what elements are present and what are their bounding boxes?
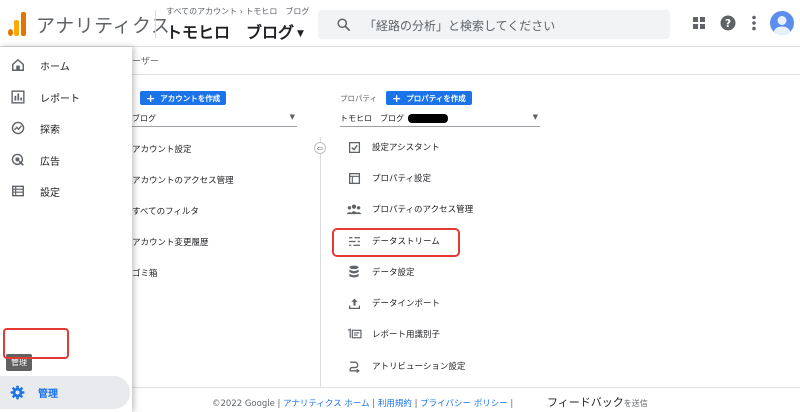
- nav-admin-label: 管理: [38, 389, 58, 400]
- plus-icon: +: [392, 91, 402, 105]
- search-icon: [337, 18, 350, 31]
- all-filters-link[interactable]: すべてのフィルタ: [132, 205, 199, 217]
- column-divider: [320, 137, 321, 387]
- feedback-link[interactable]: フィードバックを送信: [547, 394, 648, 410]
- property-label: プロパティ: [340, 94, 378, 103]
- account-dropdown-value: ブログ: [132, 114, 156, 123]
- create-account-label: アカウントを作成: [160, 93, 221, 103]
- search-placeholder: 「経路の分析」と検索してください: [364, 19, 556, 33]
- property-dropdown-value: トモヒロ ブログ: [340, 114, 404, 123]
- gear-icon: [9, 385, 25, 401]
- create-property-button[interactable]: + プロパティを作成: [386, 91, 472, 105]
- main-header: ーザー: [132, 47, 800, 75]
- property-dropdown[interactable]: トモヒロ ブログ ▼: [340, 109, 540, 127]
- create-account-button[interactable]: + アカウントを作成: [140, 91, 227, 105]
- redaction-mark: [408, 114, 448, 123]
- attribution-icon: [346, 358, 362, 374]
- main-header-title: ーザー: [132, 57, 159, 67]
- create-property-label: プロパティを作成: [406, 93, 466, 103]
- nav-home[interactable]: ホーム: [0, 51, 132, 79]
- footer-privacy-link[interactable]: プライバシー ポリシー: [420, 399, 508, 409]
- avatar[interactable]: [770, 11, 794, 35]
- apps-grid-icon[interactable]: [689, 13, 709, 33]
- app-title: アナリティクス: [36, 15, 171, 37]
- upload-icon: [346, 295, 362, 311]
- property-settings-icon: [346, 170, 362, 186]
- data-settings-label: データ設定: [372, 268, 415, 278]
- help-icon[interactable]: ?: [718, 13, 738, 33]
- caret-down-icon: ▼: [297, 28, 304, 39]
- nav-home-label: ホーム: [40, 61, 70, 73]
- footer-analytics-home-link[interactable]: アナリティクス ホーム: [283, 399, 370, 409]
- footer-terms-link[interactable]: 利用規約: [378, 399, 412, 409]
- identifier-icon: [346, 326, 362, 342]
- divider: [155, 10, 156, 38]
- setup-assistant-link[interactable]: 設定アシスタント: [346, 137, 546, 157]
- footer-text: ©2022 Google | アナリティクス ホーム | 利用規約 | プライバ…: [212, 399, 514, 409]
- caret-down-icon: ▼: [289, 113, 295, 121]
- footer-copyright: ©2022 Google |: [212, 399, 281, 409]
- settings-list-icon: [10, 183, 26, 199]
- reports-icon: [10, 89, 26, 105]
- data-streams-highlight-box: [332, 228, 460, 257]
- search-bar[interactable]: 「経路の分析」と検索してください: [318, 10, 670, 39]
- trash-link[interactable]: ゴミ箱: [132, 267, 158, 279]
- attribution-settings-label: アトリビューション設定: [372, 362, 466, 372]
- nav-ads-label: 広告: [40, 156, 60, 168]
- account-access-management-link[interactable]: アカウントのアクセス管理: [132, 174, 234, 186]
- data-import-link[interactable]: データインポート: [346, 293, 546, 313]
- plus-icon: +: [146, 91, 156, 105]
- nav-ads[interactable]: 広告: [0, 146, 132, 174]
- nav-explore-label: 探索: [40, 124, 60, 136]
- analytics-admin-page: アナリティクス すべてのアカウント › トモヒロ ブログ トモヒロ ブログ ▼ 「…: [0, 0, 800, 412]
- caret-down-icon: ▼: [532, 113, 538, 121]
- account-settings-link[interactable]: アカウント設定: [132, 143, 192, 155]
- checklist-icon: [346, 139, 362, 155]
- reporting-identity-label: レポート用識別子: [372, 330, 441, 340]
- people-icon: [346, 201, 362, 217]
- footer: ©2022 Google | アナリティクス ホーム | 利用規約 | プライバ…: [132, 387, 800, 412]
- nav-settings-label: 設定: [40, 187, 60, 199]
- property-dropdown-wrap: トモヒロ ブログ: [340, 113, 448, 124]
- property-access-management-label: プロパティのアクセス管理: [372, 205, 474, 215]
- collapse-arrow-icon[interactable]: ⇦: [314, 142, 326, 154]
- property-access-management-link[interactable]: プロパティのアクセス管理: [346, 199, 546, 219]
- property-settings-link[interactable]: プロパティ設定: [346, 168, 546, 188]
- database-icon: [346, 264, 362, 280]
- more-vert-icon[interactable]: [744, 13, 764, 33]
- feedback-label: を送信: [623, 399, 648, 408]
- data-import-label: データインポート: [372, 299, 441, 309]
- data-settings-link[interactable]: データ設定: [346, 262, 546, 282]
- property-title: トモヒロ ブログ: [166, 23, 295, 42]
- ads-icon: [10, 152, 26, 168]
- attribution-settings-link[interactable]: アトリビューション設定: [346, 356, 546, 376]
- property-selector[interactable]: トモヒロ ブログ ▼: [166, 19, 304, 43]
- account-dropdown[interactable]: ブログ ▼: [132, 109, 297, 127]
- nav-reports[interactable]: レポート: [0, 83, 132, 111]
- breadcrumb[interactable]: すべてのアカウント › トモヒロ ブログ: [166, 6, 309, 17]
- setup-assistant-label: 設定アシスタント: [372, 143, 440, 153]
- admin-highlight-box: [3, 328, 69, 359]
- account-column: + アカウントを作成 ブログ ▼ アカウント設定 アカウントのアクセス管理 すべ…: [132, 75, 310, 385]
- feedback-handwritten: フィードバック: [547, 396, 624, 409]
- nav-explore[interactable]: 探索: [0, 114, 132, 142]
- property-settings-label: プロパティ設定: [372, 174, 431, 184]
- nav-admin[interactable]: 管理: [0, 376, 130, 409]
- home-icon: [10, 57, 26, 73]
- reporting-identity-link[interactable]: レポート用識別子: [346, 324, 546, 344]
- nav-settings[interactable]: 設定: [0, 177, 132, 205]
- analytics-logo-icon[interactable]: [8, 10, 28, 36]
- explore-icon: [10, 120, 26, 136]
- svg-text:?: ?: [725, 18, 731, 30]
- nav-reports-label: レポート: [40, 93, 80, 105]
- top-bar: アナリティクス すべてのアカウント › トモヒロ ブログ トモヒロ ブログ ▼ 「…: [0, 0, 800, 47]
- account-change-history-link[interactable]: アカウント変更履歴: [132, 236, 209, 248]
